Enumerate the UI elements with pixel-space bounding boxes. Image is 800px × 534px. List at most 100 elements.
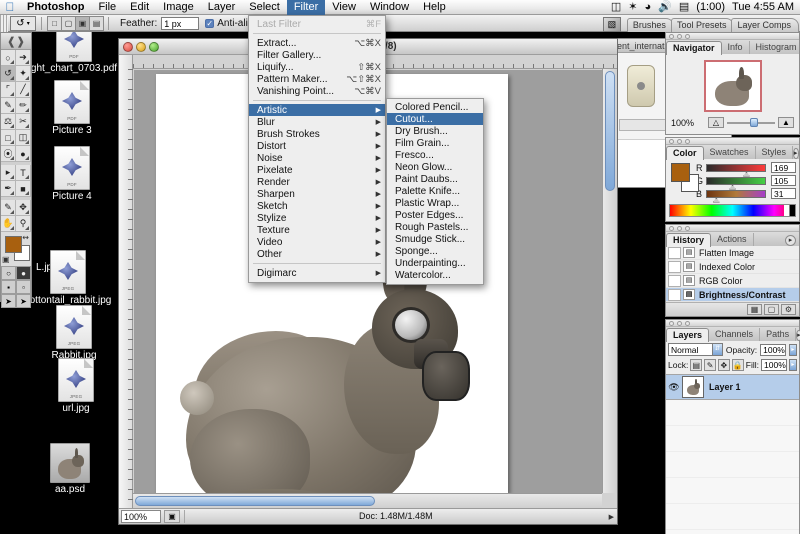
status-proxy-icon[interactable]: ▣ [164, 510, 180, 523]
navigator-zoom-value[interactable]: 100% [671, 118, 705, 128]
apple-menu-icon[interactable]:  [0, 0, 20, 14]
palette-grip[interactable] [666, 320, 799, 327]
tool-notes-tool[interactable]: ✎ [1, 200, 16, 216]
tool-path-selection-tool[interactable]: ▸ [1, 165, 16, 181]
menu-item-dry-brush[interactable]: Dry Brush... [387, 125, 483, 137]
vertical-scrollbar[interactable] [602, 69, 617, 493]
bluetooth-icon[interactable]: ✶ [628, 0, 637, 14]
menu-item-pixelate[interactable]: Pixelate ▶ [249, 164, 385, 176]
zoom-level-field[interactable]: 100% [121, 510, 161, 523]
tab-swatches[interactable]: Swatches [704, 146, 756, 159]
tool-eraser-tool[interactable]: □ [1, 130, 16, 146]
layers-palette[interactable]: Layers Channels Paths ▸ Normal ⇵ Opacity… [665, 319, 800, 534]
menu-item-fresco[interactable]: Fresco... [387, 149, 483, 161]
menu-item-distort[interactable]: Distort ▶ [249, 140, 385, 152]
menu-item-smudge-stick[interactable]: Smudge Stick... [387, 233, 483, 245]
tab-styles[interactable]: Styles [756, 146, 794, 159]
tool-hand-tool[interactable]: ✋ [1, 216, 16, 232]
tool-blur-tool[interactable]: ⦿ [1, 146, 16, 162]
artistic-submenu[interactable]: Colored Pencil... Cutout... Dry Brush...… [386, 98, 484, 285]
menu-item-sharpen[interactable]: Sharpen ▶ [249, 188, 385, 200]
opacity-arrow-icon[interactable]: ▸ [788, 343, 797, 356]
desktop-icon-url-jpg[interactable]: JPEG url.jpg [30, 358, 122, 415]
fill-arrow-icon[interactable]: ▸ [788, 359, 798, 371]
imageready-jump-icon[interactable]: ➤ [1, 294, 16, 308]
palette-grip[interactable] [666, 225, 799, 232]
menu-item-artistic[interactable]: Artistic ▶ [249, 104, 385, 116]
tool-history-brush-tool[interactable]: ✂ [16, 114, 31, 130]
opacity-field[interactable]: 100% [760, 343, 786, 356]
vertical-scrollbar-thumb[interactable] [605, 71, 615, 191]
menu-item-pattern-maker[interactable]: Pattern Maker... ⌥⇧⌘X [249, 73, 385, 85]
standard-screen-mode-button[interactable]: ▪ [1, 280, 16, 294]
menu-item-plastic-wrap[interactable]: Plastic Wrap... [387, 197, 483, 209]
lock-all-padlock-icon[interactable]: 🔒 [731, 359, 744, 371]
palette-menu-icon[interactable]: ▸ [785, 235, 796, 246]
layer-list-item[interactable]: 👁 Layer 1 [666, 374, 799, 400]
history-state-row-active[interactable]: ▤ Brightness/Contrast [666, 288, 799, 302]
imageready-jump-icon-2[interactable]: ➤ [16, 294, 31, 308]
g-value-field[interactable]: 105 [771, 175, 796, 186]
menu-item-paint-daubs[interactable]: Paint Daubs... [387, 173, 483, 185]
menu-item-cutout[interactable]: Cutout... [387, 113, 483, 125]
menu-item-neon-glow[interactable]: Neon Glow... [387, 161, 483, 173]
menu-item-liquify[interactable]: Liquify... ⇧⌘X [249, 61, 385, 73]
layer-name-label[interactable]: Layer 1 [709, 382, 741, 392]
history-snapshot-checkbox[interactable] [668, 260, 681, 273]
palette-menu-icon[interactable]: ▸ [796, 330, 800, 341]
blend-mode-select[interactable]: Normal ⇵ [668, 343, 723, 356]
battery-icon[interactable]: ▤ [679, 0, 689, 14]
filter-dropdown-menu[interactable]: Last Filter ⌘F Extract... ⌥⌘X Filter Gal… [248, 15, 386, 283]
tool-dodge-tool[interactable]: ● [16, 146, 31, 162]
menu-window[interactable]: Window [363, 0, 416, 15]
r-slider-track[interactable] [706, 163, 766, 177]
color-swatch-control[interactable]: ↭ ▣ [1, 232, 31, 266]
menu-item-stylize[interactable]: Stylize ▶ [249, 212, 385, 224]
options-bar-grip[interactable] [0, 14, 8, 32]
menu-item-poster-edges[interactable]: Poster Edges... [387, 209, 483, 221]
new-snapshot-icon[interactable]: ▢ [764, 304, 779, 315]
history-snapshot-checkbox[interactable] [668, 274, 681, 287]
menu-item-noise[interactable]: Noise ▶ [249, 152, 385, 164]
full-screen-mode-button[interactable]: ▫ [16, 280, 31, 294]
zoom-in-button[interactable]: ▲ [778, 117, 794, 128]
intersect-selection-button[interactable]: ▤ [89, 15, 104, 31]
menu-item-underpainting[interactable]: Underpainting... [387, 257, 483, 269]
menu-layer[interactable]: Layer [201, 0, 243, 15]
menu-item-vanishing-point[interactable]: Vanishing Point... ⌥⌘V [249, 85, 385, 97]
subtract-from-selection-button[interactable]: ▣ [75, 15, 90, 31]
r-value-field[interactable]: 169 [771, 162, 796, 173]
menu-item-texture[interactable]: Texture ▶ [249, 224, 385, 236]
minimize-button[interactable] [136, 41, 146, 52]
tool-clone-stamp-tool[interactable]: ⚖ [1, 114, 16, 130]
navigator-thumbnail[interactable] [703, 60, 762, 112]
desktop-icon-cottontail-rabbit[interactable]: JPEG cottontail_rabbit.jpg [22, 250, 114, 307]
tool-crop-tool[interactable]: ⌜ [1, 82, 16, 98]
tab-histogram[interactable]: Histogram [750, 41, 800, 54]
menu-edit[interactable]: Edit [123, 0, 156, 15]
lock-position-move-icon[interactable]: ✥ [717, 359, 730, 371]
tab-history[interactable]: History [666, 233, 712, 247]
anti-alias-checkbox[interactable]: ✓ [205, 18, 215, 28]
color-spectrum-ramp[interactable] [669, 204, 796, 217]
feather-input[interactable]: 1 px [161, 16, 200, 30]
history-state-row[interactable]: ▤ Indexed Color [666, 260, 799, 274]
menu-select[interactable]: Select [242, 0, 287, 15]
layer-thumbnail[interactable] [682, 376, 704, 398]
tool-shape-tool[interactable]: ■ [16, 181, 31, 197]
history-snapshot-checkbox[interactable] [668, 246, 681, 259]
palette-well-swatch-icon[interactable]: ▧ [602, 16, 621, 32]
menu-item-brush-strokes[interactable]: Brush Strokes ▶ [249, 128, 385, 140]
current-tool-preset-picker[interactable]: ↺ ▾ [10, 15, 36, 31]
standard-mode-button[interactable]: ○ [1, 266, 16, 280]
menu-item-video[interactable]: Video ▶ [249, 236, 385, 248]
menu-item-digimarc[interactable]: Digimarc ▶ [249, 267, 385, 279]
tool-zoom-tool[interactable]: ⚲ [16, 216, 31, 232]
menu-item-render[interactable]: Render ▶ [249, 176, 385, 188]
tab-navigator[interactable]: Navigator [666, 41, 722, 55]
palette-well-tab-brushes[interactable]: Brushes [626, 17, 674, 32]
color-slider-r[interactable]: R 169 [696, 162, 796, 177]
desktop-icon-picture-4[interactable]: PDF Picture 4 [26, 146, 118, 203]
default-colors-icon[interactable]: ▣ [2, 255, 10, 264]
menu-item-extract[interactable]: Extract... ⌥⌘X [249, 37, 385, 49]
